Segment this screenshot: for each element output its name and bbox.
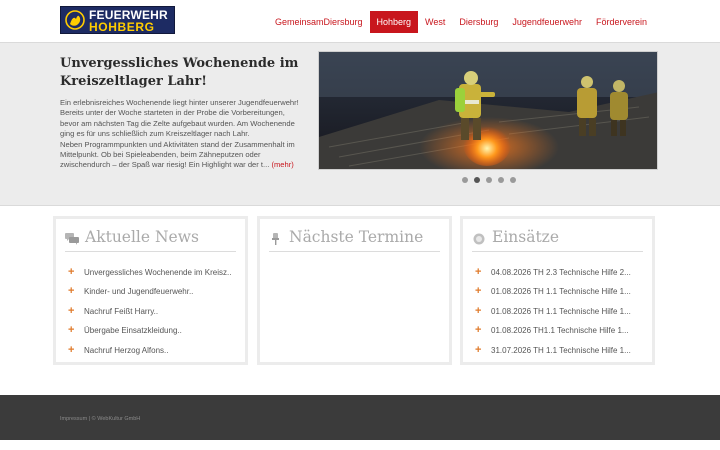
list-item[interactable]: +01.08.2026 TH 1.1 Technische Hilfe 1... xyxy=(475,302,647,321)
nav-item-west[interactable]: West xyxy=(418,11,452,33)
list-item[interactable]: +01.08.2026 TH 1.1 Technische Hilfe 1... xyxy=(475,282,647,301)
list-item[interactable]: + Übergabe Einsatzkleidung.. xyxy=(68,321,240,340)
plus-icon: + xyxy=(475,266,482,278)
termine-panel: Nächste Termine xyxy=(257,216,452,365)
hero-body-text: Ein erlebnisreiches Wochenende liegt hin… xyxy=(60,98,299,170)
termine-panel-title: Nächste Termine xyxy=(289,228,424,246)
einsaetze-panel-title: Einsätze xyxy=(492,228,560,246)
list-item[interactable]: +31.07.2026 TH 1.1 Technische Hilfe 1... xyxy=(475,341,647,360)
plus-icon: + xyxy=(475,343,482,356)
news-panel-header: Aktuelle News xyxy=(65,227,236,252)
plus-icon: + xyxy=(68,324,75,337)
slider-dot-2[interactable] xyxy=(474,177,480,183)
plus-icon: + xyxy=(475,304,482,317)
siren-icon xyxy=(473,233,485,245)
plus-icon: + xyxy=(68,266,75,278)
news-panel-title: Aktuelle News xyxy=(85,228,199,246)
list-item[interactable]: + Nachruf Herzog Alfons.. xyxy=(68,341,240,360)
einsaetze-panel: Einsätze +04.08.2026 TH 2.3 Technische H… xyxy=(460,216,655,365)
news-item-text: Kinder- und Jugendfeuerwehr.. xyxy=(84,287,194,297)
list-item[interactable]: + Unvergessliches Wochenende im Kreisz.. xyxy=(68,263,240,282)
news-panel: Aktuelle News + Unvergessliches Wochenend… xyxy=(53,216,248,365)
einsaetze-panel-header: Einsätze xyxy=(472,227,643,252)
list-item[interactable]: +01.08.2026 TH1.1 Technische Hilfe 1... xyxy=(475,321,647,340)
einsatz-item-text: 01.08.2026 TH 1.1 Technische Hilfe 1... xyxy=(491,306,631,316)
footer-text[interactable]: Impressum | © WebKultur GmbH xyxy=(60,416,140,422)
slider-image xyxy=(319,52,657,169)
einsatz-item-text: 31.07.2026 TH 1.1 Technische Hilfe 1... xyxy=(491,345,631,355)
hero-title: Unvergessliches Wochenende im Kreiszeltl… xyxy=(60,56,299,89)
einsaetze-list: +04.08.2026 TH 2.3 Technische Hilfe 2...… xyxy=(475,263,647,360)
logo-line-2: HOHBERG xyxy=(89,20,155,34)
list-item[interactable]: + Nachruf Feißt Harry.. xyxy=(68,302,240,321)
news-item-text: Nachruf Feißt Harry.. xyxy=(84,306,159,316)
termine-panel-header: Nächste Termine xyxy=(269,227,440,252)
plus-icon: + xyxy=(68,304,75,317)
hero-text: Ein erlebnisreiches Wochenende liegt hin… xyxy=(60,98,305,171)
news-item-text: Nachruf Herzog Alfons.. xyxy=(84,345,169,355)
pushpin-icon xyxy=(272,233,279,245)
einsatz-item-text: 01.08.2026 TH1.1 Technische Hilfe 1... xyxy=(491,326,629,336)
list-item[interactable]: +04.08.2026 TH 2.3 Technische Hilfe 2... xyxy=(475,263,647,282)
chat-bubbles-icon xyxy=(65,233,79,245)
more-link[interactable]: (mehr) xyxy=(271,160,293,169)
einsatz-item-text: 04.08.2026 TH 2.3 Technische Hilfe 2... xyxy=(491,268,631,277)
nav-item-gemeinsamdiersburg[interactable]: GemeinsamDiersburg xyxy=(268,11,370,33)
site-footer: Impressum | © WebKultur GmbH xyxy=(0,395,720,440)
slider-dot-3[interactable] xyxy=(486,177,492,183)
nav-item-hohberg[interactable]: Hohberg xyxy=(369,11,419,33)
plus-icon: + xyxy=(475,285,482,298)
main-nav: GemeinsamDiersburg Hohberg West Diersbur… xyxy=(268,11,654,33)
logo[interactable]: FEUERWEHR HOHBERG xyxy=(60,6,175,34)
news-item-text: Übergabe Einsatzkleidung.. xyxy=(84,326,182,336)
news-item-text: Unvergessliches Wochenende im Kreisz.. xyxy=(84,268,232,277)
news-list: + Unvergessliches Wochenende im Kreisz.. … xyxy=(68,263,240,360)
fire-emblem-icon xyxy=(65,10,85,30)
einsatz-item-text: 01.08.2026 TH 1.1 Technische Hilfe 1... xyxy=(491,287,631,297)
plus-icon: + xyxy=(475,324,482,337)
slider-dot-4[interactable] xyxy=(498,177,504,183)
slider-dot-1[interactable] xyxy=(462,177,468,183)
plus-icon: + xyxy=(68,343,75,356)
nav-item-jugendfeuerwehr[interactable]: Jugendfeuerwehr xyxy=(505,11,589,33)
site-header: FEUERWEHR HOHBERG GemeinsamDiersburg Hoh… xyxy=(0,0,720,42)
slider-dot-5[interactable] xyxy=(510,177,516,183)
image-slider[interactable] xyxy=(318,51,658,170)
nav-item-diersburg[interactable]: Diersburg xyxy=(452,11,505,33)
list-item[interactable]: + Kinder- und Jugendfeuerwehr.. xyxy=(68,282,240,301)
slider-dots xyxy=(462,177,516,183)
nav-item-foerderverein[interactable]: Förderverein xyxy=(589,11,654,33)
plus-icon: + xyxy=(68,285,75,298)
hero-section: Unvergessliches Wochenende im Kreiszeltl… xyxy=(0,42,720,206)
